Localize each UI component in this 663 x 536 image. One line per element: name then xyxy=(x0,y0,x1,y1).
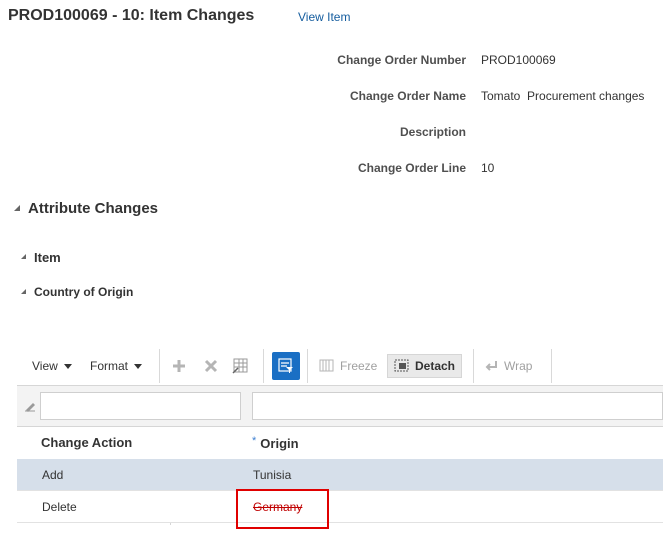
freeze-button[interactable]: Freeze xyxy=(319,349,377,383)
table-row[interactable]: Add Tunisia xyxy=(17,459,663,491)
toolbar-divider xyxy=(159,349,160,383)
page-title: PROD100069 - 10: Item Changes xyxy=(8,7,255,24)
wrap-button[interactable]: Wrap xyxy=(485,349,532,383)
country-of-origin-table: Change Action * Origin Add Tunisia Delete… xyxy=(17,385,663,525)
collapse-triangle-icon[interactable] xyxy=(14,204,20,211)
filter-row xyxy=(17,385,663,427)
toolbar-divider xyxy=(551,349,552,383)
column-header-origin-label: Origin xyxy=(260,436,299,451)
add-row-button[interactable] xyxy=(171,349,187,383)
column-header-origin[interactable]: * Origin xyxy=(252,435,299,451)
table-edit-icon xyxy=(232,358,248,374)
toolbar-divider xyxy=(263,349,264,383)
wrap-icon xyxy=(485,361,497,371)
delete-row-button[interactable] xyxy=(203,349,219,383)
change-order-name-value: Tomato Procurement changes xyxy=(481,89,645,103)
detach-button[interactable]: Detach xyxy=(387,354,463,378)
column-header-change-action[interactable]: Change Action xyxy=(41,435,132,450)
collapse-triangle-icon[interactable] xyxy=(21,254,26,259)
item-section-header[interactable]: Item xyxy=(21,250,61,265)
wrap-button-label: Wrap xyxy=(504,359,533,373)
change-action-filter-input[interactable] xyxy=(40,392,241,420)
clear-filter-icon[interactable] xyxy=(24,400,36,415)
required-indicator: * xyxy=(252,435,257,447)
detach-icon xyxy=(394,359,409,372)
change-order-number-value: PROD100069 xyxy=(481,53,556,67)
plus-icon xyxy=(173,360,185,372)
edit-table-button[interactable] xyxy=(231,349,251,383)
country-of-origin-header[interactable]: Country of Origin xyxy=(21,285,133,299)
toolbar-divider xyxy=(307,349,308,383)
origin-filter-input[interactable] xyxy=(252,392,663,420)
item-section-title: Item xyxy=(34,250,61,265)
change-order-number-label: Change Order Number xyxy=(337,53,466,67)
change-action-cell: Delete xyxy=(42,500,77,514)
filter-icon xyxy=(272,352,300,380)
view-menu[interactable]: View xyxy=(32,349,72,383)
change-action-cell: Add xyxy=(42,468,64,482)
change-order-name-label: Change Order Name xyxy=(349,89,466,103)
origin-cell: Tunisia xyxy=(253,468,292,482)
collapse-triangle-icon[interactable] xyxy=(21,288,26,294)
close-icon xyxy=(204,359,218,373)
highlight-annotation-box xyxy=(236,489,329,529)
attribute-changes-title: Attribute Changes xyxy=(28,200,159,217)
view-item-link[interactable]: View Item xyxy=(298,10,350,24)
change-order-line-label: Change Order Line xyxy=(357,161,466,175)
freeze-columns-icon xyxy=(319,359,334,372)
freeze-button-label: Freeze xyxy=(340,359,378,373)
table-toolbar: View Format Freeze Detach Wrap xyxy=(23,349,663,383)
table-row[interactable]: Delete Germany xyxy=(17,491,663,523)
chevron-down-icon xyxy=(134,363,143,369)
attribute-changes-header[interactable]: Attribute Changes xyxy=(14,200,158,217)
view-menu-label: View xyxy=(32,359,58,373)
description-label: Description xyxy=(399,125,466,139)
country-of-origin-title: Country of Origin xyxy=(34,285,134,299)
toolbar-divider xyxy=(473,349,474,383)
table-header-row: Change Action * Origin xyxy=(17,427,663,459)
detach-button-label: Detach xyxy=(415,359,456,373)
format-menu[interactable]: Format xyxy=(90,349,143,383)
chevron-down-icon xyxy=(63,363,72,369)
format-menu-label: Format xyxy=(90,359,129,373)
column-divider xyxy=(170,523,171,525)
query-by-example-button[interactable] xyxy=(272,349,300,383)
change-order-line-value: 10 xyxy=(481,161,495,175)
